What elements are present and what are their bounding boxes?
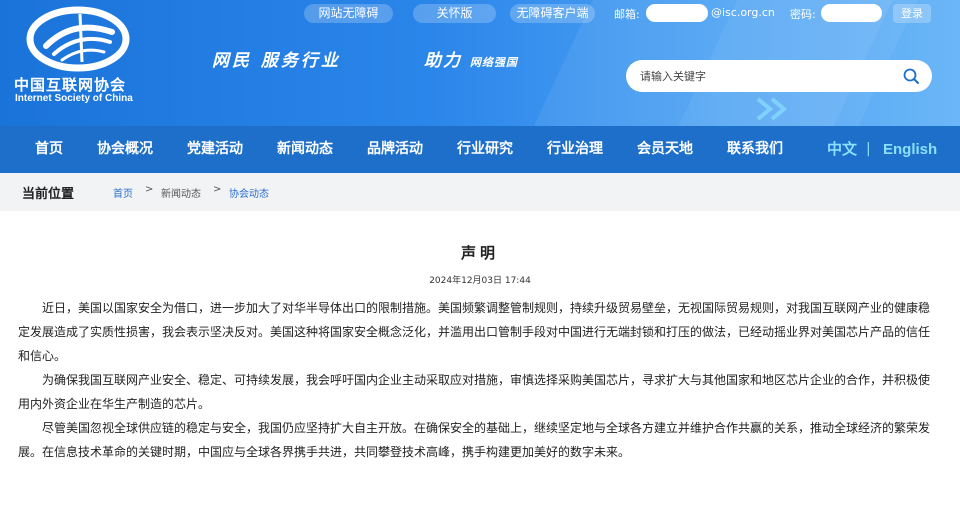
slogan-part-1: 网民 服务行业 <box>212 51 341 71</box>
logo-english-name: Internet Society of China <box>15 93 133 104</box>
nav-item-contact[interactable]: 联系我们 <box>727 126 783 173</box>
search-icon[interactable] <box>902 67 920 85</box>
password-label: 密码: <box>790 8 816 21</box>
breadcrumb-title: 当前位置 <box>22 187 75 202</box>
logo-chinese-name: 中国互联网协会 <box>14 76 127 94</box>
article-paragraph: 尽管美国忽视全球供应链的稳定与安全，我国仍应坚持扩大自主开放。在确保安全的基础上… <box>18 421 931 459</box>
site-header: 中国互联网协会 Internet Society of China 网民 服务行… <box>0 0 960 126</box>
nav-item-about[interactable]: 协会概况 <box>97 126 153 173</box>
breadcrumb-separator: > <box>213 184 222 195</box>
article-title: 声明 <box>460 244 499 262</box>
slogan-part-2-main: 助力 <box>424 51 462 71</box>
nav-item-home[interactable]: 首页 <box>35 126 63 173</box>
login-button[interactable]: 登录 <box>893 4 931 23</box>
slogan-part-2-small: 网络强国 <box>469 56 518 69</box>
breadcrumb: 当前位置 首页 > 新闻动态 > 协会动态 <box>0 173 960 211</box>
search-box <box>626 60 932 92</box>
breadcrumb-news[interactable]: 新闻动态 <box>161 185 201 200</box>
breadcrumb-separator: > <box>145 184 154 195</box>
accessible-client-link[interactable]: 无障碍客户端 <box>510 4 595 23</box>
article-body: 近日，美国以国家安全为借口，进一步加大了对华半导体出口的限制措施。美国频繁调整管… <box>18 296 936 464</box>
nav-item-governance[interactable]: 行业治理 <box>547 126 603 173</box>
nav-item-news[interactable]: 新闻动态 <box>277 126 333 173</box>
email-domain: @isc.org.cn <box>711 6 775 19</box>
article-paragraph: 近日，美国以国家安全为借口，进一步加大了对华半导体出口的限制措施。美国频繁调整管… <box>18 301 931 363</box>
breadcrumb-home[interactable]: 首页 <box>113 185 133 200</box>
lang-chinese-link[interactable]: 中文 <box>827 126 857 173</box>
double-chevron-right-icon <box>756 97 788 121</box>
article-paragraph: 为确保我国互联网产业安全、稳定、可持续发展，我会呼吁国内企业主动采取应对措施，审… <box>18 373 931 411</box>
lang-english-link[interactable]: English <box>883 126 937 173</box>
article-date: 2024年12月03日 17:44 <box>429 276 531 286</box>
accessibility-link[interactable]: 网站无障碍 <box>304 4 393 23</box>
nav-item-members[interactable]: 会员天地 <box>637 126 693 173</box>
nav-item-research[interactable]: 行业研究 <box>457 126 513 173</box>
email-label: 邮箱: <box>614 8 640 21</box>
main-nav: 首页 协会概况 党建活动 新闻动态 品牌活动 行业研究 行业治理 会员天地 联系… <box>0 126 960 173</box>
isc-logo-icon[interactable] <box>26 6 130 72</box>
breadcrumb-association-news[interactable]: 协会动态 <box>229 185 269 200</box>
slogan-part-2: 助力 网络强国 <box>424 46 518 71</box>
lang-separator: | <box>866 141 871 157</box>
password-field[interactable] <box>821 4 882 22</box>
nav-item-brand[interactable]: 品牌活动 <box>367 126 423 173</box>
search-input[interactable] <box>640 67 890 85</box>
care-mode-link[interactable]: 关怀版 <box>413 4 496 23</box>
nav-item-party[interactable]: 党建活动 <box>187 126 243 173</box>
email-field[interactable] <box>646 4 708 22</box>
